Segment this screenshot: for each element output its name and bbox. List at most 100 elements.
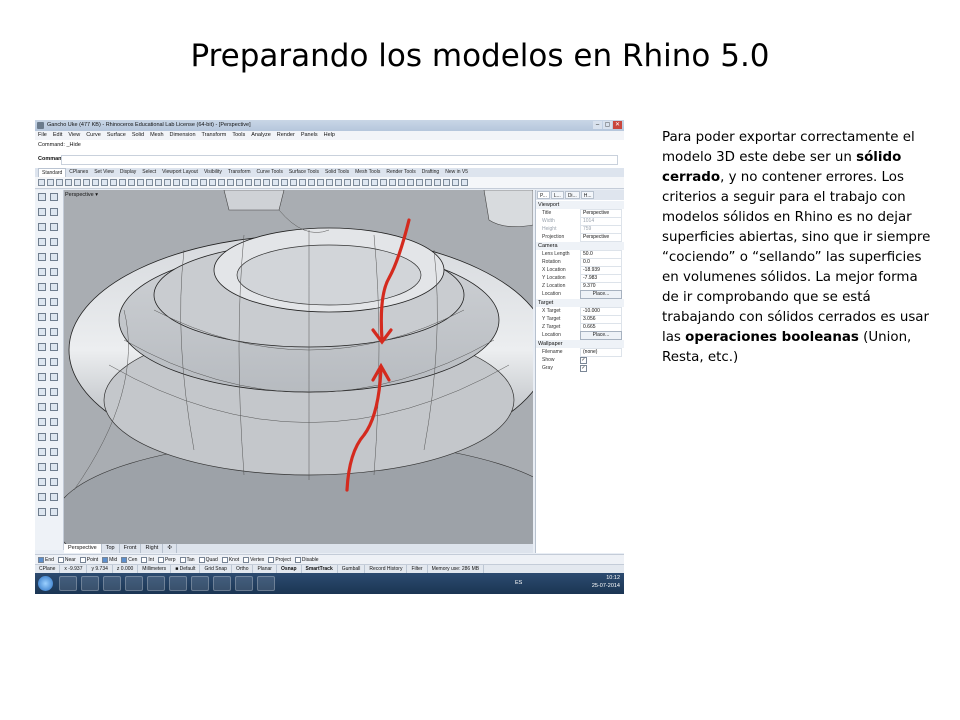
command-tool-icon[interactable] <box>38 358 46 366</box>
toolbar-tool-icon[interactable] <box>443 179 450 186</box>
command-tool-icon[interactable] <box>50 358 58 366</box>
command-tool-icon[interactable] <box>38 208 46 216</box>
status-item[interactable]: y 9.734 <box>87 565 113 573</box>
toolbar-tool-icon[interactable] <box>65 179 72 186</box>
command-tool-icon[interactable] <box>38 298 46 306</box>
toolbar-tool-icon[interactable] <box>263 179 270 186</box>
menu-item-curve[interactable]: Curve <box>86 131 101 140</box>
command-tool-icon[interactable] <box>38 493 46 501</box>
osnap-checkbox[interactable] <box>141 556 148 563</box>
toolbar-tool-icon[interactable] <box>155 179 162 186</box>
rhino2-taskbar-icon[interactable] <box>235 576 253 591</box>
word-taskbar-icon[interactable] <box>191 576 209 591</box>
command-tool-icon[interactable] <box>38 268 46 276</box>
app-taskbar-icon[interactable] <box>147 576 165 591</box>
toolbar-tab[interactable]: Drafting <box>419 168 443 177</box>
toolbar-tab[interactable]: Display <box>117 168 139 177</box>
status-item[interactable]: Millimeters <box>138 565 172 573</box>
osnap-checkbox[interactable] <box>221 556 228 563</box>
toolbar-tab[interactable]: Solid Tools <box>322 168 352 177</box>
command-tool-icon[interactable] <box>50 283 58 291</box>
toolbar-tool-icon[interactable] <box>425 179 432 186</box>
osnap-cen[interactable]: Cen <box>121 556 137 563</box>
toolbar-tab[interactable]: CPlanes <box>66 168 91 177</box>
status-item[interactable]: Grid Snap <box>200 565 232 573</box>
status-item[interactable]: Planar <box>253 565 277 573</box>
command-tool-icon[interactable] <box>38 223 46 231</box>
toolbar-tool-icon[interactable] <box>200 179 207 186</box>
command-tool-icon[interactable] <box>50 343 58 351</box>
command-tool-icon[interactable] <box>50 403 58 411</box>
toolbar-tool-icon[interactable] <box>416 179 423 186</box>
command-tool-icon[interactable] <box>50 208 58 216</box>
place-button[interactable]: Place... <box>580 289 622 299</box>
toolbar-tool-icon[interactable] <box>218 179 225 186</box>
media-taskbar-icon[interactable] <box>125 576 143 591</box>
toolbar-tool-icon[interactable] <box>389 179 396 186</box>
toolbar-tool-icon[interactable] <box>74 179 81 186</box>
command-tool-icon[interactable] <box>50 493 58 501</box>
toolbar-tool-icon[interactable] <box>137 179 144 186</box>
toolbar-tool-icon[interactable] <box>371 179 378 186</box>
osnap-perp[interactable]: Perp <box>157 556 176 563</box>
osnap-point[interactable]: Point <box>79 556 98 563</box>
viewport-tab[interactable]: ✣ <box>163 544 177 553</box>
panel-tab[interactable]: Di... <box>564 191 580 199</box>
toolbar-tool-icon[interactable] <box>164 179 171 186</box>
toolbar-tool-icon[interactable] <box>434 179 441 186</box>
command-tool-icon[interactable] <box>50 193 58 201</box>
toolbar-tool-icon[interactable] <box>227 179 234 186</box>
checkbox[interactable]: ✓ <box>580 356 587 364</box>
osnap-checkbox[interactable] <box>102 556 109 563</box>
language-indicator[interactable]: ES <box>515 580 522 586</box>
ie-taskbar-icon[interactable] <box>59 576 77 591</box>
toolbar-tool-icon[interactable] <box>146 179 153 186</box>
command-tool-icon[interactable] <box>38 418 46 426</box>
command-tool-icon[interactable] <box>38 313 46 321</box>
toolbar-tool-icon[interactable] <box>182 179 189 186</box>
toolbar-tool-icon[interactable] <box>362 179 369 186</box>
command-tool-icon[interactable] <box>50 433 58 441</box>
osnap-checkbox[interactable] <box>268 556 275 563</box>
status-item[interactable]: Record History <box>365 565 408 573</box>
osnap-checkbox[interactable] <box>121 556 128 563</box>
skype-taskbar-icon[interactable] <box>169 576 187 591</box>
place-button[interactable]: Place... <box>580 330 622 340</box>
toolbar-tab[interactable]: New in V5 <box>442 168 471 177</box>
checkbox[interactable]: ✓ <box>580 364 587 372</box>
command-tool-icon[interactable] <box>50 373 58 381</box>
menu-item-transform[interactable]: Transform <box>202 131 227 140</box>
osnap-mid[interactable]: Mid <box>102 556 117 563</box>
command-tool-icon[interactable] <box>50 253 58 261</box>
status-item[interactable]: Memory use: 286 MB <box>428 565 485 573</box>
status-item[interactable]: Gumball <box>338 565 366 573</box>
command-tool-icon[interactable] <box>50 388 58 396</box>
command-tool-icon[interactable] <box>38 403 46 411</box>
toolbar-tool-icon[interactable] <box>272 179 279 186</box>
toolbar-tool-icon[interactable] <box>173 179 180 186</box>
viewport-tab[interactable]: Perspective <box>64 544 102 553</box>
perspective-viewport[interactable] <box>64 190 533 544</box>
toolbar-tool-icon[interactable] <box>83 179 90 186</box>
command-tool-icon[interactable] <box>50 418 58 426</box>
osnap-tan[interactable]: Tan <box>179 556 195 563</box>
property-value[interactable]: Perspective <box>580 232 622 242</box>
toolbar-tool-icon[interactable] <box>245 179 252 186</box>
toolbar-tool-icon[interactable] <box>380 179 387 186</box>
command-tool-icon[interactable] <box>38 343 46 351</box>
menu-item-file[interactable]: File <box>38 131 47 140</box>
osnap-project[interactable]: Project <box>268 556 291 563</box>
toolbar-tool-icon[interactable] <box>101 179 108 186</box>
toolbar-tool-icon[interactable] <box>407 179 414 186</box>
command-tool-icon[interactable] <box>38 433 46 441</box>
panel-tab[interactable]: H... <box>580 191 595 199</box>
status-item[interactable]: CPlane <box>35 565 61 573</box>
command-tool-icon[interactable] <box>50 328 58 336</box>
menu-item-edit[interactable]: Edit <box>53 131 62 140</box>
menu-item-dimension[interactable]: Dimension <box>170 131 196 140</box>
close-button[interactable]: ✕ <box>613 121 622 129</box>
toolbar-tab[interactable]: Render Tools <box>383 168 418 177</box>
menu-item-help[interactable]: Help <box>324 131 335 140</box>
command-tool-icon[interactable] <box>50 313 58 321</box>
toolbar-tool-icon[interactable] <box>308 179 315 186</box>
